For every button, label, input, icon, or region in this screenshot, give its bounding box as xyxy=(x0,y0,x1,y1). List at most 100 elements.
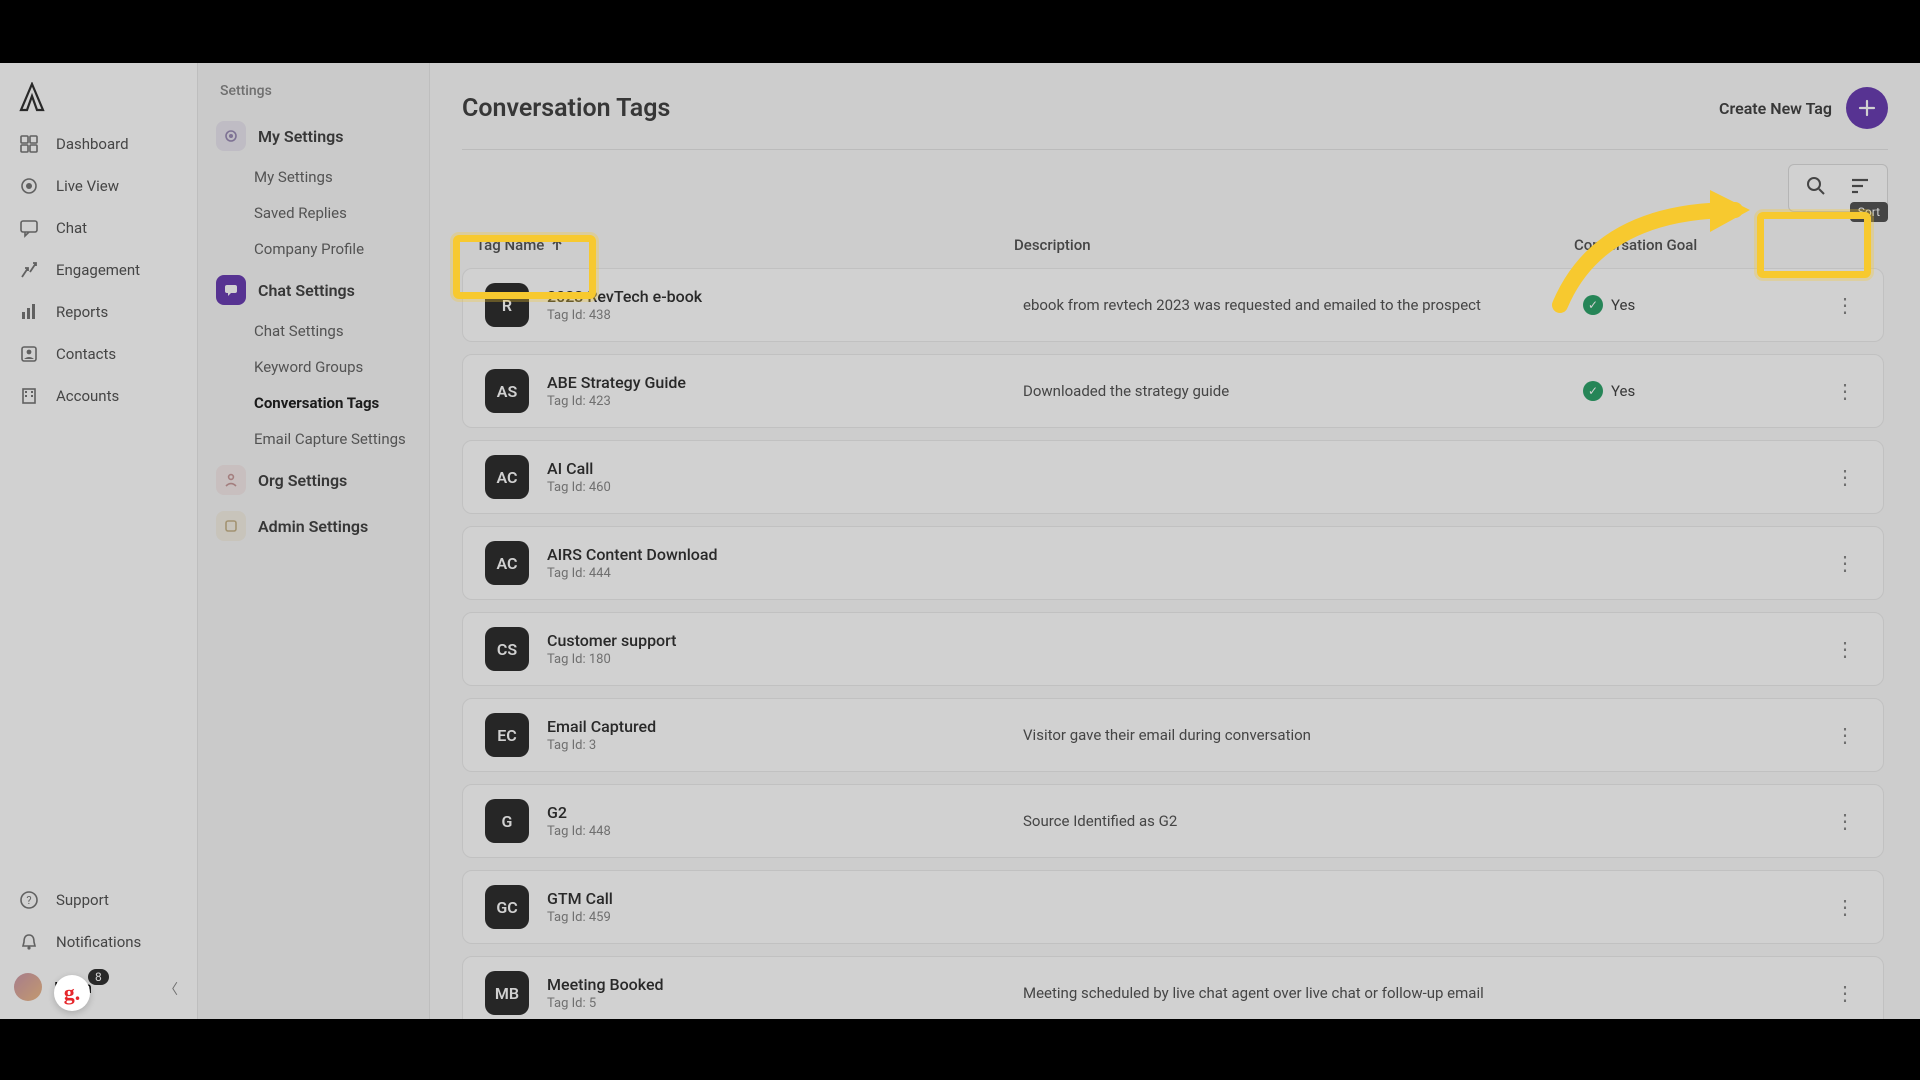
nav-label: Contacts xyxy=(56,345,116,363)
settings-item-keywordgroups[interactable]: Keyword Groups xyxy=(198,349,429,385)
admin-icon xyxy=(216,511,246,541)
row-more-button[interactable]: ⋮ xyxy=(1829,809,1861,833)
create-tag-button[interactable] xyxy=(1846,87,1888,129)
nav-label: Dashboard xyxy=(56,135,129,153)
tag-description: Meeting scheduled by live chat agent ove… xyxy=(1023,984,1583,1002)
settings-group-org[interactable]: Org Settings xyxy=(198,457,429,503)
row-more-button[interactable]: ⋮ xyxy=(1829,637,1861,661)
grammarly-badge[interactable]: g. xyxy=(54,975,90,1011)
tag-name: AI Call xyxy=(547,459,1023,478)
tag-list[interactable]: R 2023 RevTech e-book Tag Id: 438ebook fro… xyxy=(462,268,1888,1019)
tag-badge: AS xyxy=(485,369,529,413)
nav-accounts[interactable]: Accounts xyxy=(0,375,197,417)
tag-name: 2023 RevTech e-book xyxy=(547,287,1023,306)
tag-info: GTM CallTag Id: 459 xyxy=(547,889,1023,925)
settings-item-emailcapture[interactable]: Email Capture Settings xyxy=(198,421,429,457)
tag-row[interactable]: EC Email CapturedTag Id: 3Visitor gave th… xyxy=(462,698,1884,772)
column-description[interactable]: Description xyxy=(1014,236,1574,254)
tag-row[interactable]: MB Meeting BookedTag Id: 5Meeting schedul… xyxy=(462,956,1884,1019)
tag-id: Tag Id: 423 xyxy=(547,394,1023,409)
nav-label: Reports xyxy=(56,303,108,321)
group-label: My Settings xyxy=(258,127,343,146)
nav-reports[interactable]: Reports xyxy=(0,291,197,333)
nav-label: Engagement xyxy=(56,261,140,279)
tag-id: Tag Id: 180 xyxy=(547,652,1023,667)
nav-dashboard[interactable]: Dashboard xyxy=(0,123,197,165)
settings-item-companyprofile[interactable]: Company Profile xyxy=(198,231,429,267)
tag-badge: CS xyxy=(485,627,529,671)
nav-engagement[interactable]: Engagement xyxy=(0,249,197,291)
engagement-icon xyxy=(18,259,40,281)
tag-id: Tag Id: 444 xyxy=(547,566,1023,581)
row-more-button[interactable]: ⋮ xyxy=(1829,379,1861,403)
tag-row[interactable]: ACAIRS Content DownloadTag Id: 444⋮ xyxy=(462,526,1884,600)
tag-info: G2Tag Id: 448 xyxy=(547,803,1023,839)
tag-row[interactable]: ASABE Strategy GuideTag Id: 423Downloade… xyxy=(462,354,1884,428)
gear-icon xyxy=(216,121,246,151)
tag-id: Tag Id: 459 xyxy=(547,910,1023,925)
row-more-button[interactable]: ⋮ xyxy=(1829,551,1861,575)
tag-id: Tag Id: 438 xyxy=(547,308,1023,323)
row-more-button[interactable]: ⋮ xyxy=(1829,465,1861,489)
settings-group-my[interactable]: My Settings xyxy=(198,113,429,159)
tag-description: Visitor gave their email during conversa… xyxy=(1023,726,1583,744)
tag-badge: MB xyxy=(485,971,529,1015)
tag-id: Tag Id: 448 xyxy=(547,824,1023,839)
row-more-button[interactable]: ⋮ xyxy=(1829,723,1861,747)
tag-info: Meeting BookedTag Id: 5 xyxy=(547,975,1023,1011)
tag-row[interactable]: ACAI CallTag Id: 460⋮ xyxy=(462,440,1884,514)
tag-name: Email Captured xyxy=(547,717,1023,736)
sort-button[interactable] xyxy=(1849,175,1871,201)
nav-chat[interactable]: Chat xyxy=(0,207,197,249)
nav-label: Accounts xyxy=(56,387,119,405)
row-more-button[interactable]: ⋮ xyxy=(1829,981,1861,1005)
tag-goal: ✓Yes xyxy=(1583,381,1829,401)
column-goal[interactable]: Conversation Goal xyxy=(1574,236,1858,254)
row-more-button[interactable]: ⋮ xyxy=(1829,293,1861,317)
column-headers: Tag Name Description Conversation Goal xyxy=(462,212,1888,268)
tag-info: Email CapturedTag Id: 3 xyxy=(547,717,1023,753)
tag-row[interactable]: G G2Tag Id: 448Source Identified as G2 ⋮ xyxy=(462,784,1884,858)
settings-group-chat[interactable]: Chat Settings xyxy=(198,267,429,313)
tag-info: ABE Strategy GuideTag Id: 423 xyxy=(547,373,1023,409)
column-label: Tag Name xyxy=(476,236,544,254)
tag-info: 2023 RevTech e-book Tag Id: 438 xyxy=(547,287,1023,323)
chat-settings-icon xyxy=(216,275,246,305)
tag-badge: EC xyxy=(485,713,529,757)
settings-item-chatsettings[interactable]: Chat Settings xyxy=(198,313,429,349)
settings-item-savedreplies[interactable]: Saved Replies xyxy=(198,195,429,231)
nav-notifications[interactable]: Notifications xyxy=(0,921,197,963)
tag-row[interactable]: R 2023 RevTech e-book Tag Id: 438ebook fro… xyxy=(462,268,1884,342)
tag-info: Customer support Tag Id: 180 xyxy=(547,631,1023,667)
column-tagname[interactable]: Tag Name xyxy=(476,236,1014,254)
collapse-sidebar-button[interactable]: 〈 xyxy=(164,979,178,999)
nav-label: Chat xyxy=(56,219,87,237)
tag-info: AIRS Content DownloadTag Id: 444 xyxy=(547,545,1023,581)
tag-description: ebook from revtech 2023 was requested an… xyxy=(1023,296,1583,314)
tag-row[interactable]: CS Customer support Tag Id: 180 ⋮ xyxy=(462,612,1884,686)
app-logo[interactable] xyxy=(16,81,48,113)
org-icon xyxy=(216,465,246,495)
nav-support[interactable]: ?Support xyxy=(0,879,197,921)
nav-liveview[interactable]: Live View xyxy=(0,165,197,207)
row-more-button[interactable]: ⋮ xyxy=(1829,895,1861,919)
tag-badge: R xyxy=(485,283,529,327)
tag-description: Source Identified as G2 xyxy=(1023,812,1583,830)
group-label: Chat Settings xyxy=(258,281,355,300)
plus-icon xyxy=(1857,98,1877,118)
settings-item-mysettings[interactable]: My Settings xyxy=(198,159,429,195)
settings-sidebar: Settings My Settings My Settings Saved R… xyxy=(198,63,430,1019)
tag-id: Tag Id: 5 xyxy=(547,996,1023,1011)
building-icon xyxy=(18,385,40,407)
sort-icon xyxy=(1849,175,1871,197)
tag-row[interactable]: GCGTM CallTag Id: 459⋮ xyxy=(462,870,1884,944)
tag-badge: G xyxy=(485,799,529,843)
settings-item-conversationtags[interactable]: Conversation Tags xyxy=(198,385,429,421)
create-tag-label: Create New Tag xyxy=(1719,99,1832,118)
eye-icon xyxy=(18,175,40,197)
nav-contacts[interactable]: Contacts xyxy=(0,333,197,375)
tag-name: Customer support xyxy=(547,631,1023,650)
search-button[interactable] xyxy=(1805,175,1827,201)
nav-label: Live View xyxy=(56,177,119,195)
settings-group-admin[interactable]: Admin Settings xyxy=(198,503,429,549)
